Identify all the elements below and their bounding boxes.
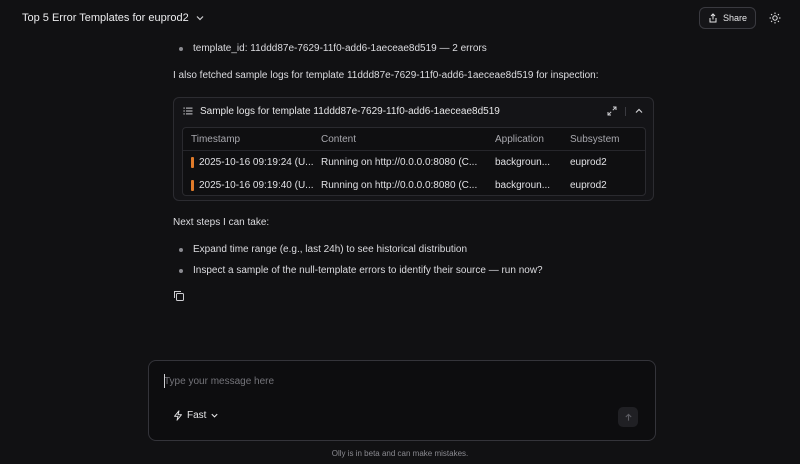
top-actions: Share bbox=[698, 7, 786, 29]
lightning-icon bbox=[174, 410, 182, 421]
top-bar: Top 5 Error Templates for euprod2 Share bbox=[0, 0, 800, 36]
table-row[interactable]: 2025-10-16 09:19:40 (U... Running on htt… bbox=[183, 174, 645, 197]
text-cursor bbox=[164, 374, 165, 388]
share-label: Share bbox=[722, 13, 747, 23]
column-header-application[interactable]: Application bbox=[495, 134, 570, 145]
logs-card-actions bbox=[607, 106, 644, 116]
send-button[interactable] bbox=[618, 407, 638, 427]
subsystem-cell: euprod2 bbox=[570, 157, 607, 168]
assistant-message: template_id: 11ddd87e-7629-11f0-add6-1ae… bbox=[173, 42, 655, 304]
severity-indicator bbox=[191, 180, 194, 191]
message-input[interactable] bbox=[164, 373, 634, 389]
list-item: template_id: 11ddd87e-7629-11f0-add6-1ae… bbox=[173, 42, 655, 56]
application-cell: backgroun... bbox=[495, 180, 551, 191]
application-cell: backgroun... bbox=[495, 157, 551, 168]
bullet-dot bbox=[179, 248, 183, 252]
model-label: Fast bbox=[187, 410, 207, 421]
list-item: Expand time range (e.g., last 24h) to se… bbox=[173, 243, 655, 257]
conversation-title-dropdown[interactable]: Top 5 Error Templates for euprod2 bbox=[22, 12, 205, 24]
chevron-down-icon bbox=[196, 16, 204, 21]
model-selector[interactable]: Fast bbox=[173, 410, 219, 421]
content-cell: Running on http://0.0.0.0:8080 (C... bbox=[321, 180, 478, 191]
logs-card: Sample logs for template 11ddd87e-7629-1… bbox=[173, 97, 654, 201]
list-icon bbox=[183, 107, 193, 115]
sun-icon bbox=[769, 12, 781, 24]
arrow-up-icon bbox=[624, 413, 632, 421]
column-header-content[interactable]: Content bbox=[321, 134, 495, 145]
fetched-paragraph: I also fetched sample logs for template … bbox=[173, 70, 599, 81]
divider bbox=[625, 106, 626, 116]
subsystem-cell: euprod2 bbox=[570, 180, 607, 191]
conversation-title: Top 5 Error Templates for euprod2 bbox=[22, 12, 189, 24]
logs-card-title-wrap: Sample logs for template 11ddd87e-7629-1… bbox=[183, 106, 500, 117]
message-composer: Fast bbox=[148, 360, 656, 441]
copy-message-button[interactable] bbox=[173, 290, 187, 304]
chevron-up-icon[interactable] bbox=[634, 106, 644, 116]
theme-toggle-button[interactable] bbox=[764, 7, 786, 29]
list-item: Inspect a sample of the null-template er… bbox=[173, 264, 655, 278]
severity-indicator bbox=[191, 157, 194, 168]
column-header-subsystem[interactable]: Subsystem bbox=[570, 134, 645, 145]
bullet-dot bbox=[179, 47, 183, 51]
expand-icon[interactable] bbox=[607, 106, 617, 116]
logs-card-title: Sample logs for template 11ddd87e-7629-1… bbox=[200, 105, 500, 117]
bullet-dot bbox=[179, 269, 183, 273]
bullet-text: template_id: 11ddd87e-7629-11f0-add6-1ae… bbox=[193, 43, 487, 54]
timestamp-cell: 2025-10-16 09:19:24 (U... bbox=[183, 157, 321, 168]
share-icon bbox=[709, 13, 717, 23]
logs-card-header: Sample logs for template 11ddd87e-7629-1… bbox=[174, 98, 653, 124]
next-steps-heading: Next steps I can take: bbox=[173, 217, 270, 228]
table-header-row: Timestamp Content Application Subsystem bbox=[183, 128, 645, 151]
copy-icon bbox=[174, 291, 184, 301]
next-step-text: Inspect a sample of the null-template er… bbox=[193, 265, 543, 276]
table-row[interactable]: 2025-10-16 09:19:24 (U... Running on htt… bbox=[183, 151, 645, 174]
logs-table: Timestamp Content Application Subsystem … bbox=[182, 127, 646, 196]
beta-disclaimer: Olly is in beta and can make mistakes. bbox=[331, 449, 469, 458]
content-cell: Running on http://0.0.0.0:8080 (C... bbox=[321, 157, 478, 168]
timestamp-text: 2025-10-16 09:19:24 (U... bbox=[199, 157, 314, 168]
timestamp-text: 2025-10-16 09:19:40 (U... bbox=[199, 180, 314, 191]
timestamp-cell: 2025-10-16 09:19:40 (U... bbox=[183, 180, 321, 191]
next-step-text: Expand time range (e.g., last 24h) to se… bbox=[193, 244, 468, 255]
share-button[interactable]: Share bbox=[698, 7, 756, 29]
chevron-down-icon bbox=[211, 413, 219, 418]
column-header-timestamp[interactable]: Timestamp bbox=[183, 134, 321, 145]
